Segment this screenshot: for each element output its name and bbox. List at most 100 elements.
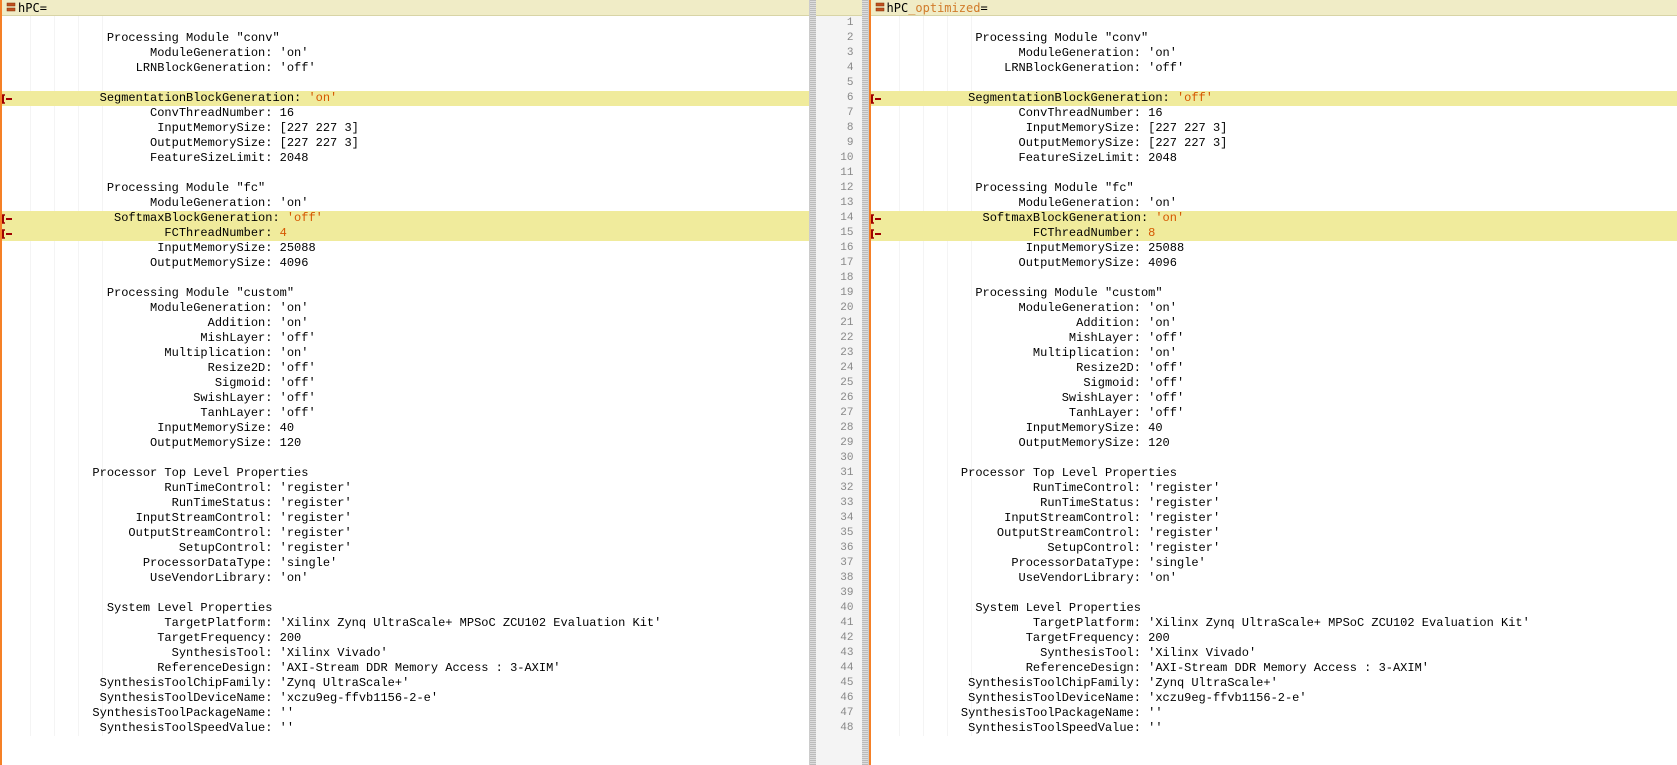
code-line[interactable]: System Level Properties — [2, 601, 809, 616]
code-line[interactable]: SynthesisToolPackageName: '' — [871, 706, 1677, 721]
code-line[interactable]: ModuleGeneration: 'on' — [871, 46, 1677, 61]
code-line[interactable]: ModuleGeneration: 'on' — [2, 196, 809, 211]
code-line[interactable]: SwishLayer: 'off' — [871, 391, 1677, 406]
code-line[interactable]: Processing Module "fc" — [2, 181, 809, 196]
code-line[interactable]: MishLayer: 'off' — [2, 331, 809, 346]
code-line[interactable]: SetupControl: 'register' — [871, 541, 1677, 556]
code-line[interactable]: SynthesisToolSpeedValue: '' — [2, 721, 809, 736]
code-line[interactable]: Multiplication: 'on' — [2, 346, 809, 361]
code-line[interactable]: ProcessorDataType: 'single' — [2, 556, 809, 571]
code-line[interactable]: Addition: 'on' — [2, 316, 809, 331]
code-line[interactable]: SynthesisToolPackageName: '' — [2, 706, 809, 721]
code-line[interactable]: LRNBlockGeneration: 'off' — [871, 61, 1677, 76]
code-line[interactable]: InputStreamControl: 'register' — [2, 511, 809, 526]
code-line[interactable]: MishLayer: 'off' — [871, 331, 1677, 346]
code-line[interactable]: Processing Module "custom" — [871, 286, 1677, 301]
code-line[interactable] — [2, 166, 809, 181]
code-line[interactable]: Resize2D: 'off' — [871, 361, 1677, 376]
code-line[interactable]: Processor Top Level Properties — [2, 466, 809, 481]
code-line[interactable]: ModuleGeneration: 'on' — [871, 301, 1677, 316]
code-line[interactable]: SwishLayer: 'off' — [2, 391, 809, 406]
code-line[interactable]: FeatureSizeLimit: 2048 — [871, 151, 1677, 166]
code-line[interactable] — [871, 16, 1677, 31]
code-line[interactable]: TargetPlatform: 'Xilinx Zynq UltraScale+… — [871, 616, 1677, 631]
code-line[interactable] — [871, 271, 1677, 286]
code-line[interactable]: Sigmoid: 'off' — [871, 376, 1677, 391]
code-line[interactable]: Processing Module "custom" — [2, 286, 809, 301]
code-line[interactable]: ModuleGeneration: 'on' — [2, 301, 809, 316]
left-code-area[interactable]: Processing Module "conv" ModuleGeneratio… — [2, 16, 809, 736]
code-line[interactable]: ReferenceDesign: 'AXI-Stream DDR Memory … — [871, 661, 1677, 676]
code-line[interactable]: InputStreamControl: 'register' — [871, 511, 1677, 526]
code-line[interactable]: InputMemorySize: [227 227 3] — [2, 121, 809, 136]
code-line[interactable]: FeatureSizeLimit: 2048 — [2, 151, 809, 166]
code-line[interactable]: FCThreadNumber: 8 — [871, 226, 1677, 241]
code-line[interactable]: Sigmoid: 'off' — [2, 376, 809, 391]
code-line[interactable]: UseVendorLibrary: 'on' — [2, 571, 809, 586]
code-line[interactable]: Addition: 'on' — [871, 316, 1677, 331]
code-line[interactable]: SynthesisToolChipFamily: 'Zynq UltraScal… — [2, 676, 809, 691]
code-line[interactable]: ModuleGeneration: 'on' — [2, 46, 809, 61]
code-line[interactable]: LRNBlockGeneration: 'off' — [2, 61, 809, 76]
code-line[interactable]: TargetFrequency: 200 — [2, 631, 809, 646]
code-line[interactable]: UseVendorLibrary: 'on' — [871, 571, 1677, 586]
code-line[interactable] — [2, 451, 809, 466]
code-line[interactable]: SynthesisTool: 'Xilinx Vivado' — [2, 646, 809, 661]
code-line[interactable]: ProcessorDataType: 'single' — [871, 556, 1677, 571]
code-line[interactable]: Processing Module "conv" — [871, 31, 1677, 46]
center-gutter[interactable]: 1234567891011121314151617181920212223242… — [809, 0, 869, 765]
code-line[interactable]: SetupControl: 'register' — [2, 541, 809, 556]
code-line[interactable]: Processing Module "fc" — [871, 181, 1677, 196]
code-line[interactable] — [2, 16, 809, 31]
code-line[interactable]: InputMemorySize: 25088 — [871, 241, 1677, 256]
code-line[interactable]: OutputMemorySize: 120 — [871, 436, 1677, 451]
code-line[interactable] — [871, 166, 1677, 181]
code-line[interactable]: SynthesisToolDeviceName: 'xczu9eg-ffvb11… — [871, 691, 1677, 706]
code-line[interactable]: SynthesisToolDeviceName: 'xczu9eg-ffvb11… — [2, 691, 809, 706]
code-line[interactable]: TanhLayer: 'off' — [2, 406, 809, 421]
right-code-area[interactable]: Processing Module "conv" ModuleGeneratio… — [871, 16, 1677, 736]
code-line[interactable]: TanhLayer: 'off' — [871, 406, 1677, 421]
code-line[interactable]: OutputMemorySize: [227 227 3] — [871, 136, 1677, 151]
code-line[interactable]: Processing Module "conv" — [2, 31, 809, 46]
code-line[interactable]: TargetFrequency: 200 — [871, 631, 1677, 646]
code-line[interactable]: ConvThreadNumber: 16 — [871, 106, 1677, 121]
code-line[interactable]: OutputMemorySize: [227 227 3] — [2, 136, 809, 151]
code-line[interactable]: SegmentationBlockGeneration: 'off' — [871, 91, 1677, 106]
right-pane[interactable]: hPC_optimized = Processing Module "conv"… — [869, 0, 1677, 765]
code-line[interactable]: OutputMemorySize: 4096 — [2, 256, 809, 271]
left-pane[interactable]: hPC = Processing Module "conv" ModuleGen… — [0, 0, 809, 765]
code-line[interactable]: ModuleGeneration: 'on' — [871, 196, 1677, 211]
code-line[interactable] — [2, 271, 809, 286]
code-line[interactable]: SoftmaxBlockGeneration: 'on' — [871, 211, 1677, 226]
code-line[interactable]: TargetPlatform: 'Xilinx Zynq UltraScale+… — [2, 616, 809, 631]
code-line[interactable]: InputMemorySize: 40 — [2, 421, 809, 436]
code-line[interactable]: SegmentationBlockGeneration: 'on' — [2, 91, 809, 106]
code-line[interactable]: SynthesisToolChipFamily: 'Zynq UltraScal… — [871, 676, 1677, 691]
code-line[interactable]: OutputMemorySize: 4096 — [871, 256, 1677, 271]
code-line[interactable]: InputMemorySize: 25088 — [2, 241, 809, 256]
code-line[interactable]: SynthesisTool: 'Xilinx Vivado' — [871, 646, 1677, 661]
code-line[interactable]: RunTimeStatus: 'register' — [2, 496, 809, 511]
code-line[interactable] — [871, 451, 1677, 466]
code-line[interactable]: SoftmaxBlockGeneration: 'off' — [2, 211, 809, 226]
code-line[interactable]: OutputMemorySize: 120 — [2, 436, 809, 451]
code-line[interactable]: Multiplication: 'on' — [871, 346, 1677, 361]
code-line[interactable]: Resize2D: 'off' — [2, 361, 809, 376]
code-line[interactable] — [2, 586, 809, 601]
code-line[interactable]: SynthesisToolSpeedValue: '' — [871, 721, 1677, 736]
code-line[interactable]: RunTimeControl: 'register' — [2, 481, 809, 496]
code-line[interactable]: ConvThreadNumber: 16 — [2, 106, 809, 121]
code-line[interactable]: OutputStreamControl: 'register' — [2, 526, 809, 541]
code-line[interactable]: FCThreadNumber: 4 — [2, 226, 809, 241]
code-line[interactable] — [871, 76, 1677, 91]
code-line[interactable]: RunTimeStatus: 'register' — [871, 496, 1677, 511]
code-line[interactable]: ReferenceDesign: 'AXI-Stream DDR Memory … — [2, 661, 809, 676]
code-line[interactable]: InputMemorySize: 40 — [871, 421, 1677, 436]
code-line[interactable]: InputMemorySize: [227 227 3] — [871, 121, 1677, 136]
code-line[interactable]: RunTimeControl: 'register' — [871, 481, 1677, 496]
code-line[interactable]: OutputStreamControl: 'register' — [871, 526, 1677, 541]
code-line[interactable]: System Level Properties — [871, 601, 1677, 616]
code-line[interactable] — [871, 586, 1677, 601]
code-line[interactable] — [2, 76, 809, 91]
